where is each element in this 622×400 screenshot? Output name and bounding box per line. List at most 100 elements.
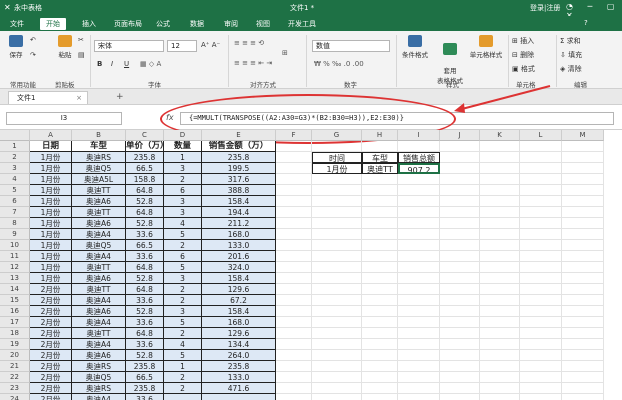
cell[interactable] — [398, 229, 440, 240]
cell[interactable] — [312, 141, 362, 152]
cell[interactable] — [398, 207, 440, 218]
table-data-cell[interactable]: 66.5 — [126, 372, 164, 383]
row-header-2[interactable]: 2 — [0, 152, 30, 163]
table-data-cell[interactable]: 2月份 — [30, 295, 72, 306]
paste-button[interactable]: 粘贴 — [55, 35, 75, 59]
cell[interactable] — [276, 240, 312, 251]
login-link[interactable]: 登录|注册 — [530, 3, 560, 13]
bold-button[interactable]: B — [97, 60, 102, 68]
table-data-cell[interactable]: 264.0 — [202, 350, 276, 361]
menu-item-1[interactable]: 开始 — [40, 18, 66, 30]
cell[interactable] — [362, 207, 398, 218]
cell[interactable] — [398, 218, 440, 229]
table-data-cell[interactable]: 奥迪TT — [72, 328, 126, 339]
cell[interactable] — [440, 350, 480, 361]
table-data-cell[interactable]: 1月份 — [30, 174, 72, 185]
cell[interactable] — [480, 152, 520, 163]
table-data-cell[interactable]: 奥迪A5L — [72, 174, 126, 185]
table-data-cell[interactable]: 2月份 — [30, 317, 72, 328]
cell[interactable] — [362, 229, 398, 240]
cell[interactable] — [276, 207, 312, 218]
cell[interactable] — [312, 339, 362, 350]
column-header-H[interactable]: H — [362, 130, 398, 141]
cell[interactable] — [276, 339, 312, 350]
cell[interactable] — [520, 383, 562, 394]
cell[interactable] — [276, 350, 312, 361]
table-data-cell[interactable]: 133.0 — [202, 372, 276, 383]
cell[interactable] — [276, 372, 312, 383]
cell[interactable] — [480, 295, 520, 306]
table-data-cell[interactable] — [164, 394, 202, 400]
table-data-cell[interactable]: 2 — [164, 328, 202, 339]
cell[interactable] — [480, 383, 520, 394]
column-header-F[interactable]: F — [276, 130, 312, 141]
cell[interactable] — [440, 317, 480, 328]
cell[interactable] — [480, 394, 520, 400]
table-data-cell[interactable]: 奥迪TT — [72, 207, 126, 218]
clear-button[interactable]: ◈ 清除 — [560, 64, 582, 74]
table-data-cell[interactable]: 奥迪A6 — [72, 196, 126, 207]
cell[interactable] — [520, 141, 562, 152]
table-data-cell[interactable]: 奥迪RS — [72, 152, 126, 163]
table-data-cell[interactable]: 2 — [164, 295, 202, 306]
table-data-cell[interactable]: 33.6 — [126, 339, 164, 350]
help-icon[interactable]: ? — [584, 19, 588, 27]
cell[interactable] — [312, 306, 362, 317]
table-data-cell[interactable]: 33.6 — [126, 394, 164, 400]
cell[interactable] — [562, 218, 604, 229]
summary-header-cell[interactable]: 车型 — [362, 152, 398, 163]
table-data-cell[interactable]: 324.0 — [202, 262, 276, 273]
column-header-G[interactable]: G — [312, 130, 362, 141]
table-data-cell[interactable]: 奥迪Q5 — [72, 372, 126, 383]
cell[interactable] — [276, 196, 312, 207]
cell[interactable] — [480, 207, 520, 218]
cell[interactable] — [276, 163, 312, 174]
cell[interactable] — [440, 240, 480, 251]
table-data-cell[interactable]: 168.0 — [202, 317, 276, 328]
cell[interactable] — [398, 185, 440, 196]
menu-item-5[interactable]: 数据 — [184, 18, 210, 30]
table-data-cell[interactable]: 3 — [164, 273, 202, 284]
cell[interactable] — [312, 196, 362, 207]
cell[interactable] — [520, 273, 562, 284]
cell[interactable] — [362, 328, 398, 339]
cell[interactable] — [398, 262, 440, 273]
column-header-D[interactable]: D — [164, 130, 202, 141]
cell[interactable] — [440, 152, 480, 163]
table-data-cell[interactable]: 5 — [164, 317, 202, 328]
table-header-cell[interactable]: 数量 — [164, 141, 202, 152]
cell[interactable] — [562, 328, 604, 339]
cell[interactable] — [520, 240, 562, 251]
table-data-cell[interactable] — [202, 394, 276, 400]
cell[interactable] — [276, 273, 312, 284]
cell[interactable] — [362, 306, 398, 317]
cell[interactable] — [440, 394, 480, 400]
cell[interactable] — [312, 273, 362, 284]
table-data-cell[interactable]: 52.8 — [126, 306, 164, 317]
cell[interactable] — [440, 141, 480, 152]
summary-value-cell[interactable]: 奥迪TT — [362, 163, 398, 174]
align-top-icon[interactable]: ≡ ≡ ≡ ⟲ — [234, 39, 264, 47]
table-data-cell[interactable]: 奥迪A4 — [72, 251, 126, 262]
table-data-cell[interactable]: 2月份 — [30, 361, 72, 372]
cut-icon[interactable]: ✂ — [78, 36, 84, 44]
cell[interactable] — [398, 251, 440, 262]
row-header-3[interactable]: 3 — [0, 163, 30, 174]
insert-cells-button[interactable]: ⊞ 插入 — [512, 36, 534, 46]
cell[interactable] — [520, 262, 562, 273]
cell[interactable] — [312, 328, 362, 339]
table-data-cell[interactable]: 235.8 — [202, 361, 276, 372]
cell[interactable] — [312, 372, 362, 383]
sum-button[interactable]: Σ 求和 — [560, 36, 581, 46]
row-header-6[interactable]: 6 — [0, 196, 30, 207]
column-header-J[interactable]: J — [440, 130, 480, 141]
table-data-cell[interactable]: 158.4 — [202, 273, 276, 284]
cell[interactable] — [520, 207, 562, 218]
close-tab-icon[interactable]: × — [76, 92, 82, 104]
cell[interactable] — [398, 339, 440, 350]
cell[interactable] — [480, 251, 520, 262]
cell[interactable] — [440, 229, 480, 240]
name-box[interactable]: I3 — [6, 112, 122, 125]
font-grow-icon[interactable]: A⁺ A⁻ — [201, 41, 220, 49]
delete-cells-button[interactable]: ⊟ 删除 — [512, 50, 534, 60]
